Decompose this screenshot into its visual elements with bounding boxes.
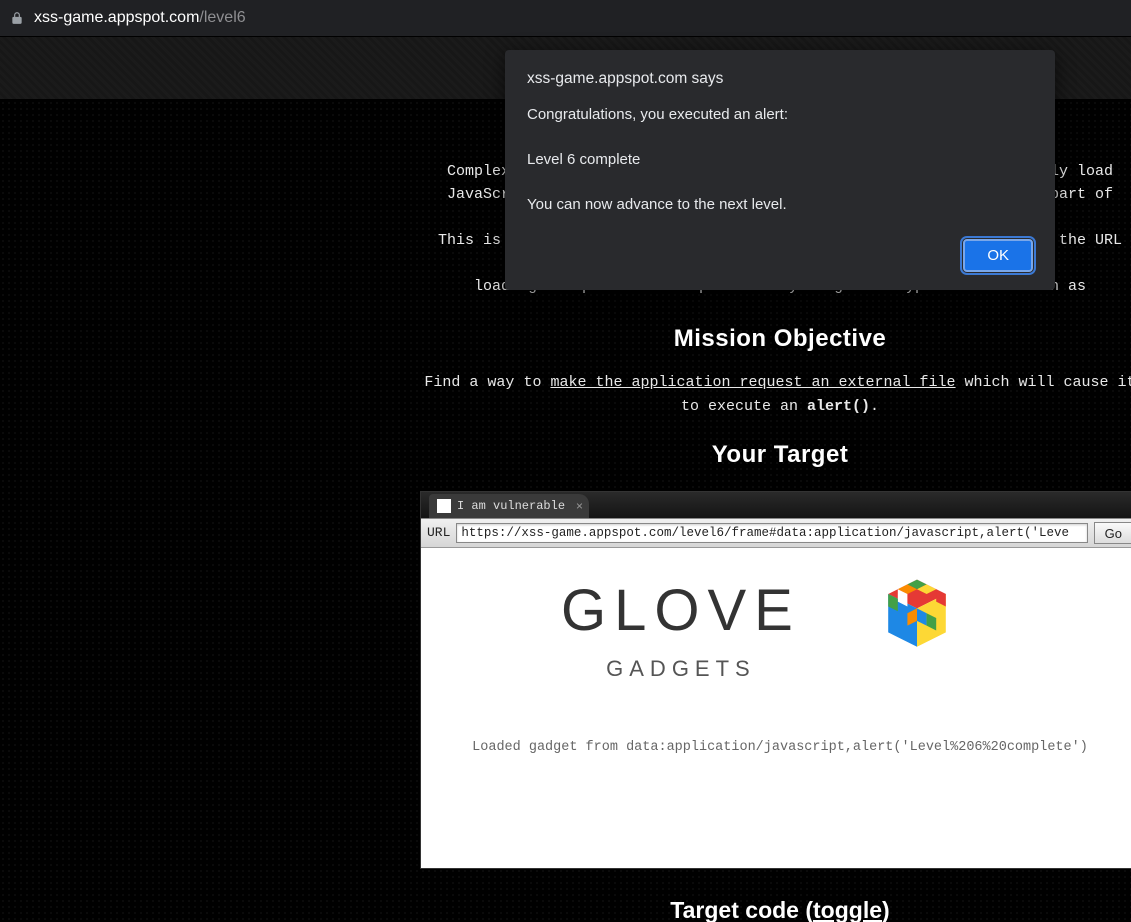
target-tab-bar: I am vulnerable × xyxy=(421,492,1131,518)
your-target-heading: Your Target xyxy=(420,436,1131,473)
target-code-line: Target code (toggle) xyxy=(420,893,1131,922)
objective-link[interactable]: make the application request an external… xyxy=(550,374,955,391)
target-code-prefix: Target code ( xyxy=(670,897,813,922)
objective-code: alert() xyxy=(807,398,870,415)
mission-objective-text: Find a way to make the application reque… xyxy=(420,371,1131,418)
glove-title: GLOVE xyxy=(561,566,801,656)
target-url-input[interactable] xyxy=(456,523,1087,543)
target-tab[interactable]: I am vulnerable × xyxy=(429,494,589,518)
browser-url[interactable]: xss-game.appspot.com/level6 xyxy=(34,9,246,27)
glove-logo: GLOVE GADGETS xyxy=(561,566,801,686)
target-url-bar: URL Go xyxy=(421,518,1131,548)
alert-message: Congratulations, you executed an alert: … xyxy=(527,104,1033,217)
url-path: /level6 xyxy=(199,9,245,26)
loaded-gadget-message: Loaded gadget from data:application/java… xyxy=(421,738,1131,759)
alert-origin: xss-game.appspot.com says xyxy=(527,70,1033,88)
target-code-toggle[interactable]: toggle xyxy=(813,897,882,922)
glove-subtitle: GADGETS xyxy=(561,652,801,686)
objective-suffix: . xyxy=(870,398,879,415)
browser-address-bar: xss-game.appspot.com/level6 xyxy=(0,0,1131,36)
objective-prefix: Find a way to xyxy=(424,374,550,391)
target-tab-title: I am vulnerable xyxy=(457,497,565,516)
mission-objective-heading: Mission Objective xyxy=(420,320,1131,357)
close-icon[interactable]: × xyxy=(576,498,583,517)
target-frame: I am vulnerable × URL Go GLOVE GADGETS xyxy=(420,491,1131,869)
url-host: xss-game.appspot.com xyxy=(34,9,199,26)
rubiks-cube-icon xyxy=(869,570,965,666)
target-code-suffix: ) xyxy=(882,897,890,922)
target-content: GLOVE GADGETS xyxy=(421,548,1131,868)
favicon-icon xyxy=(437,499,451,513)
alert-ok-button[interactable]: OK xyxy=(963,239,1033,272)
alert-dialog: xss-game.appspot.com says Congratulation… xyxy=(505,50,1055,290)
go-button[interactable]: Go xyxy=(1094,522,1131,544)
target-url-label: URL xyxy=(427,523,450,543)
lock-icon xyxy=(10,11,24,25)
